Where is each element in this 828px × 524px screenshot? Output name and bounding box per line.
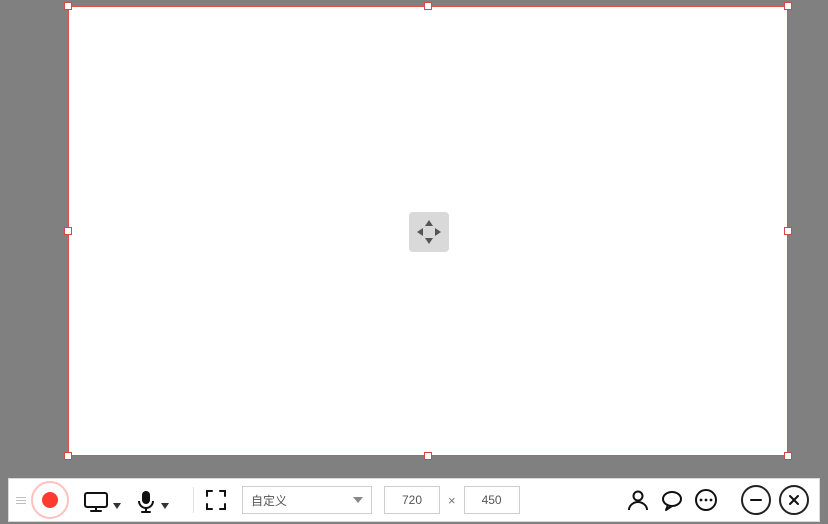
handle-s[interactable]: [424, 452, 432, 460]
screen-source-dropdown[interactable]: [83, 485, 121, 515]
handle-ne[interactable]: [784, 2, 792, 10]
record-button[interactable]: [31, 481, 69, 519]
canvas-area: [0, 0, 828, 478]
more-button[interactable]: [691, 485, 721, 515]
microphone-icon: [135, 489, 157, 515]
width-input[interactable]: [384, 486, 440, 514]
capture-mode-label: 自定义: [251, 492, 287, 509]
handle-w[interactable]: [64, 227, 72, 235]
capture-mode-select[interactable]: 自定义: [242, 486, 372, 514]
speech-bubble-icon: [660, 488, 684, 512]
chevron-down-icon: [113, 503, 121, 509]
dimension-separator: ×: [448, 493, 456, 508]
more-icon: [694, 488, 718, 512]
move-icon: [416, 219, 442, 245]
handle-n[interactable]: [424, 2, 432, 10]
minus-icon: [749, 493, 763, 507]
toolbar-divider: [193, 487, 194, 513]
handle-se[interactable]: [784, 452, 792, 460]
toolbar: 自定义 ×: [8, 478, 820, 522]
minimize-button[interactable]: [741, 485, 771, 515]
annotation-button[interactable]: [657, 485, 687, 515]
fullscreen-button[interactable]: [204, 488, 228, 512]
close-icon: [787, 493, 801, 507]
person-icon: [626, 488, 650, 512]
audio-source-dropdown[interactable]: [135, 485, 169, 515]
height-input[interactable]: [464, 486, 520, 514]
handle-nw[interactable]: [64, 2, 72, 10]
chevron-down-icon: [353, 497, 363, 503]
fullscreen-icon: [205, 489, 227, 511]
menu-button[interactable]: [15, 497, 27, 504]
webcam-button[interactable]: [623, 485, 653, 515]
handle-sw[interactable]: [64, 452, 72, 460]
capture-region[interactable]: [68, 6, 788, 456]
chevron-down-icon: [161, 503, 169, 509]
record-icon: [42, 492, 58, 508]
monitor-icon: [83, 489, 109, 515]
move-handle[interactable]: [409, 212, 449, 252]
close-button[interactable]: [779, 485, 809, 515]
handle-e[interactable]: [784, 227, 792, 235]
